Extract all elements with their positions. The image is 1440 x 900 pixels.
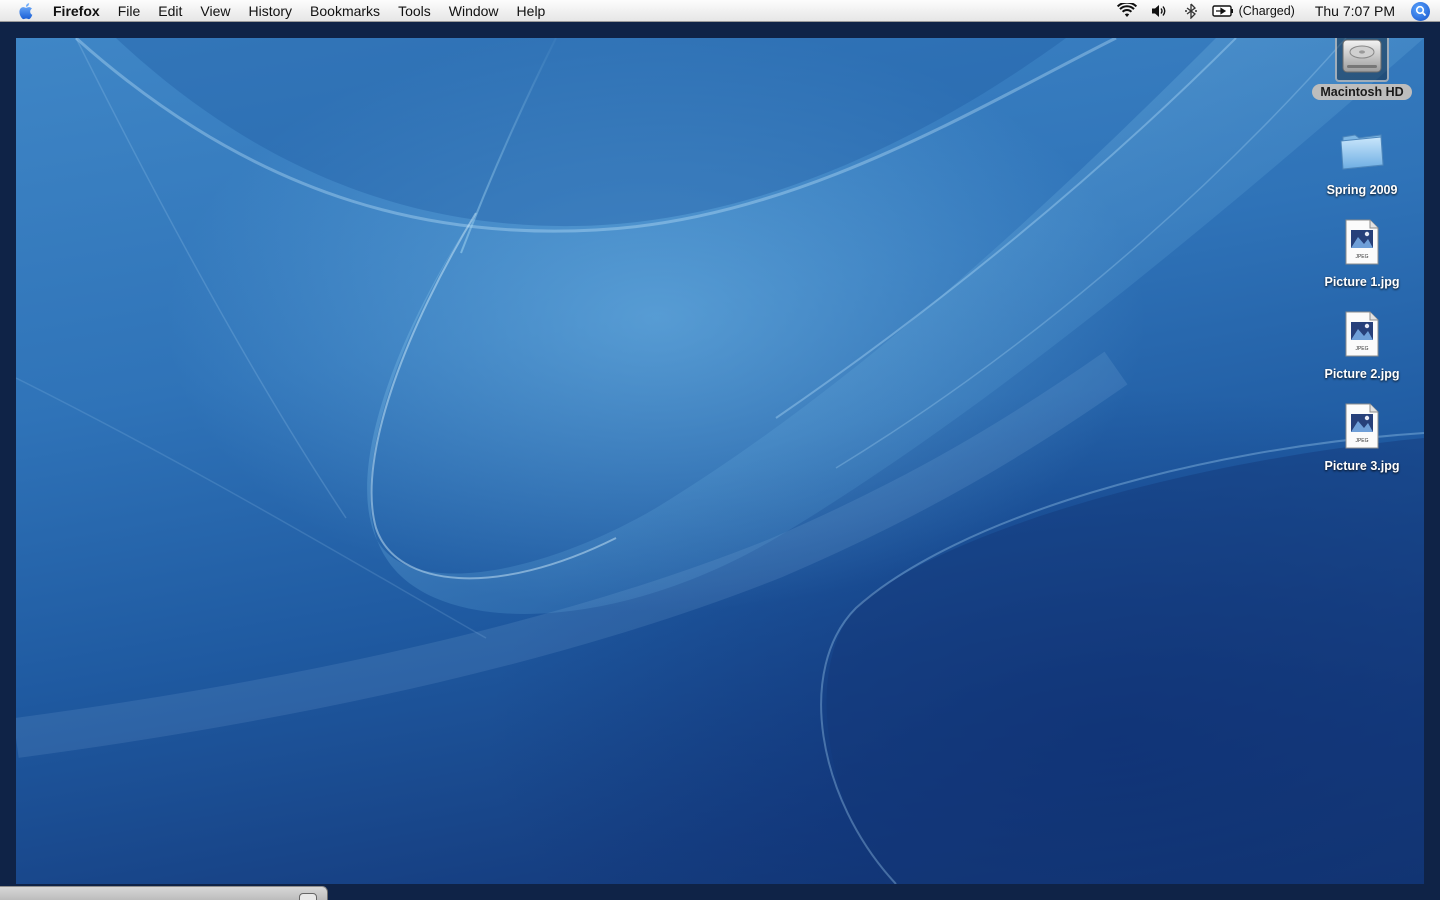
jpeg-file-icon: JPEG <box>1332 304 1392 364</box>
menu-file[interactable]: File <box>109 0 150 22</box>
menu-edit[interactable]: Edit <box>149 0 191 22</box>
desktop-icon-picture-1[interactable]: JPEG Picture 1.jpg <box>1307 212 1417 290</box>
jpeg-badge: JPEG <box>1355 254 1368 260</box>
desktop-icon-label: Picture 2.jpg <box>1324 367 1400 381</box>
menu-window[interactable]: Window <box>440 0 508 22</box>
spotlight-search-icon[interactable] <box>1411 1 1430 21</box>
menu-history[interactable]: History <box>239 0 301 22</box>
menu-bar: Firefox File Edit View History Bookmarks… <box>0 0 1440 22</box>
jpeg-badge: JPEG <box>1355 438 1368 444</box>
desktop-icon-label: Spring 2009 <box>1326 183 1398 197</box>
desktop-icon-label: Macintosh HD <box>1312 84 1412 100</box>
menu-app-firefox[interactable]: Firefox <box>44 0 109 22</box>
apple-logo-icon[interactable] <box>10 0 44 22</box>
menu-help[interactable]: Help <box>508 0 555 22</box>
jpeg-badge: JPEG <box>1355 346 1368 352</box>
battery-icon[interactable] <box>1211 0 1234 22</box>
folder-icon <box>1332 120 1392 180</box>
desktop-icon-macintosh-hd[interactable]: Macintosh HD <box>1307 38 1417 100</box>
desktop-icon-picture-3[interactable]: JPEG Picture 3.jpg <box>1307 396 1417 474</box>
hard-drive-icon <box>1335 38 1389 82</box>
jpeg-file-icon: JPEG <box>1332 396 1392 456</box>
menu-extras: (Charged) Thu 7:07 PM <box>1111 0 1440 22</box>
battery-status-text[interactable]: (Charged) <box>1239 4 1295 18</box>
desktop-icon-picture-2[interactable]: JPEG Picture 2.jpg <box>1307 304 1417 382</box>
offscreen-window-edge[interactable] <box>0 886 328 900</box>
window-resize-handle[interactable] <box>299 893 317 900</box>
desktop-icon-spring-2009[interactable]: Spring 2009 <box>1307 120 1417 198</box>
menubar-clock[interactable]: Thu 7:07 PM <box>1315 3 1395 19</box>
wifi-icon[interactable] <box>1116 0 1138 22</box>
wallpaper-swirls <box>16 38 1424 884</box>
menu-bookmarks[interactable]: Bookmarks <box>301 0 389 22</box>
volume-icon[interactable] <box>1148 0 1170 22</box>
desktop-wallpaper[interactable]: Macintosh HD Spring 2009 JPEG Picture 1.… <box>16 38 1424 884</box>
desktop-icon-label: Picture 3.jpg <box>1324 459 1400 473</box>
desktop-icon-label: Picture 1.jpg <box>1324 275 1400 289</box>
bluetooth-icon[interactable] <box>1180 0 1202 22</box>
menu-tools[interactable]: Tools <box>389 0 440 22</box>
jpeg-file-icon: JPEG <box>1332 212 1392 272</box>
menu-view[interactable]: View <box>191 0 239 22</box>
